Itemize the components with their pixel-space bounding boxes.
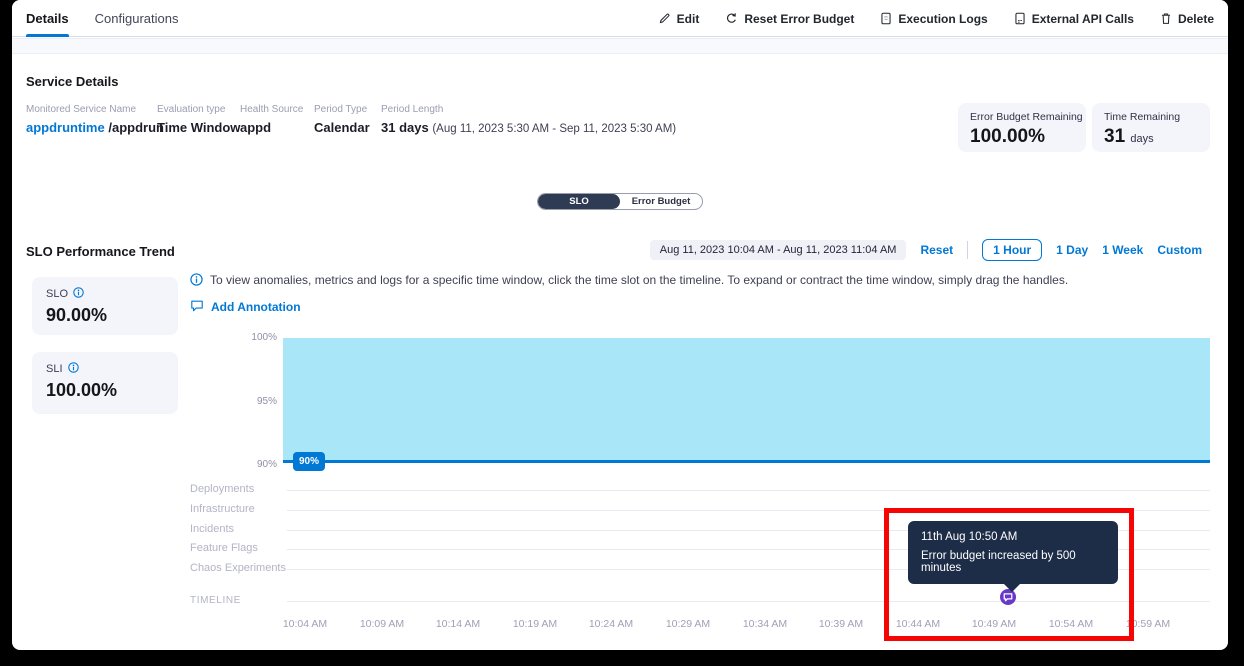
slo-card: SLO 90.00% xyxy=(32,277,178,335)
tooltip-time: 11th Aug 10:50 AM xyxy=(921,531,1105,543)
field-health-source: Health Source appd xyxy=(240,104,303,135)
x-tick: 10:34 AM xyxy=(733,618,797,630)
file-icon xyxy=(880,12,892,25)
reset-button[interactable]: Reset xyxy=(920,243,953,257)
x-tick: 10:14 AM xyxy=(426,618,490,630)
file-lines-icon xyxy=(1014,12,1026,25)
sli-card: SLI 100.00% xyxy=(32,352,178,414)
trend-title: SLO Performance Trend xyxy=(26,244,175,259)
x-tick: 10:09 AM xyxy=(350,618,414,630)
reset-error-budget-button[interactable]: Reset Error Budget xyxy=(725,12,854,26)
field-period-length: Period Length 31 days (Aug 11, 2023 5:30… xyxy=(381,104,676,135)
date-range-chip: Aug 11, 2023 10:04 AM - Aug 11, 2023 11:… xyxy=(650,240,907,260)
toggle-error-budget[interactable]: Error Budget xyxy=(620,194,702,209)
tab-configurations[interactable]: Configurations xyxy=(95,0,179,37)
info-banner: To view anomalies, metrics and logs for … xyxy=(190,273,1190,289)
timeline-label: TIMELINE xyxy=(190,595,241,606)
slo-target-badge: 90% xyxy=(293,452,325,471)
range-1-day-button[interactable]: 1 Day xyxy=(1056,243,1088,257)
pencil-icon xyxy=(658,12,671,25)
track-line xyxy=(287,510,1210,511)
page-background-band xyxy=(12,38,1228,54)
sli-area-series[interactable] xyxy=(283,338,1210,462)
divider xyxy=(967,241,968,259)
tooltip-message: Error budget increased by 500 minutes xyxy=(921,550,1105,574)
x-tick: 10:54 AM xyxy=(1039,618,1103,630)
info-icon xyxy=(190,273,203,289)
y-tick-95: 95% xyxy=(237,396,277,407)
tab-details[interactable]: Details xyxy=(26,0,69,37)
execution-logs-button[interactable]: Execution Logs xyxy=(880,12,987,26)
trend-body: To view anomalies, metrics and logs for … xyxy=(12,270,1228,650)
error-budget-remaining-card: Error Budget Remaining 100.00% xyxy=(958,103,1086,152)
annotation-tooltip: 11th Aug 10:50 AM Error budget increased… xyxy=(908,521,1118,584)
info-icon[interactable] xyxy=(73,287,84,301)
range-1-hour-button[interactable]: 1 Hour xyxy=(982,239,1042,261)
monitored-service-link[interactable]: appdruntime xyxy=(26,120,105,135)
slo-target-line xyxy=(283,460,1210,463)
service-details-title: Service Details xyxy=(26,74,119,89)
add-annotation-button[interactable]: Add Annotation xyxy=(190,299,301,315)
range-custom-button[interactable]: Custom xyxy=(1157,243,1202,257)
track-label-feature-flags: Feature Flags xyxy=(190,542,258,554)
toggle-slo[interactable]: SLO xyxy=(538,194,620,209)
track-label-infrastructure: Infrastructure xyxy=(190,503,255,515)
x-tick: 10:59 AM xyxy=(1116,618,1180,630)
x-tick: 10:19 AM xyxy=(503,618,567,630)
field-evaluation-type: Evaluation type Time Window xyxy=(157,104,240,135)
reset-icon xyxy=(725,12,738,25)
x-tick: 10:39 AM xyxy=(809,618,873,630)
x-tick: 10:49 AM xyxy=(962,618,1026,630)
slo-error-budget-toggle: SLO Error Budget xyxy=(537,193,703,210)
x-tick: 10:29 AM xyxy=(656,618,720,630)
field-period-type: Period Type Calendar xyxy=(314,104,370,135)
trash-icon xyxy=(1160,12,1172,25)
delete-button[interactable]: Delete xyxy=(1160,12,1214,26)
track-label-deployments: Deployments xyxy=(190,483,254,495)
timeline-line[interactable] xyxy=(287,601,1210,602)
track-label-chaos-experiments: Chaos Experiments xyxy=(190,562,286,574)
external-api-calls-button[interactable]: External API Calls xyxy=(1014,12,1134,26)
header-bar: Details Configurations Edit Reset Error … xyxy=(12,0,1228,37)
info-icon[interactable] xyxy=(68,362,79,376)
track-line xyxy=(287,490,1210,491)
y-tick-100: 100% xyxy=(237,332,277,343)
x-tick: 10:44 AM xyxy=(886,618,950,630)
x-tick: 10:24 AM xyxy=(579,618,643,630)
time-range-controls: Aug 11, 2023 10:04 AM - Aug 11, 2023 11:… xyxy=(650,238,1202,262)
range-1-week-button[interactable]: 1 Week xyxy=(1102,243,1143,257)
app-window: Details Configurations Edit Reset Error … xyxy=(12,0,1228,650)
tab-bar: Details Configurations xyxy=(26,0,178,37)
header-actions: Edit Reset Error Budget Execution Logs E… xyxy=(658,0,1214,37)
chat-bubble-icon xyxy=(190,299,204,315)
y-tick-90: 90% xyxy=(237,459,277,470)
x-tick: 10:04 AM xyxy=(273,618,337,630)
time-remaining-card: Time Remaining 31 days xyxy=(1092,103,1210,152)
field-monitored-service-name: Monitored Service Name appdruntime /appd… xyxy=(26,104,164,135)
track-label-incidents: Incidents xyxy=(190,523,234,535)
edit-button[interactable]: Edit xyxy=(658,12,700,26)
